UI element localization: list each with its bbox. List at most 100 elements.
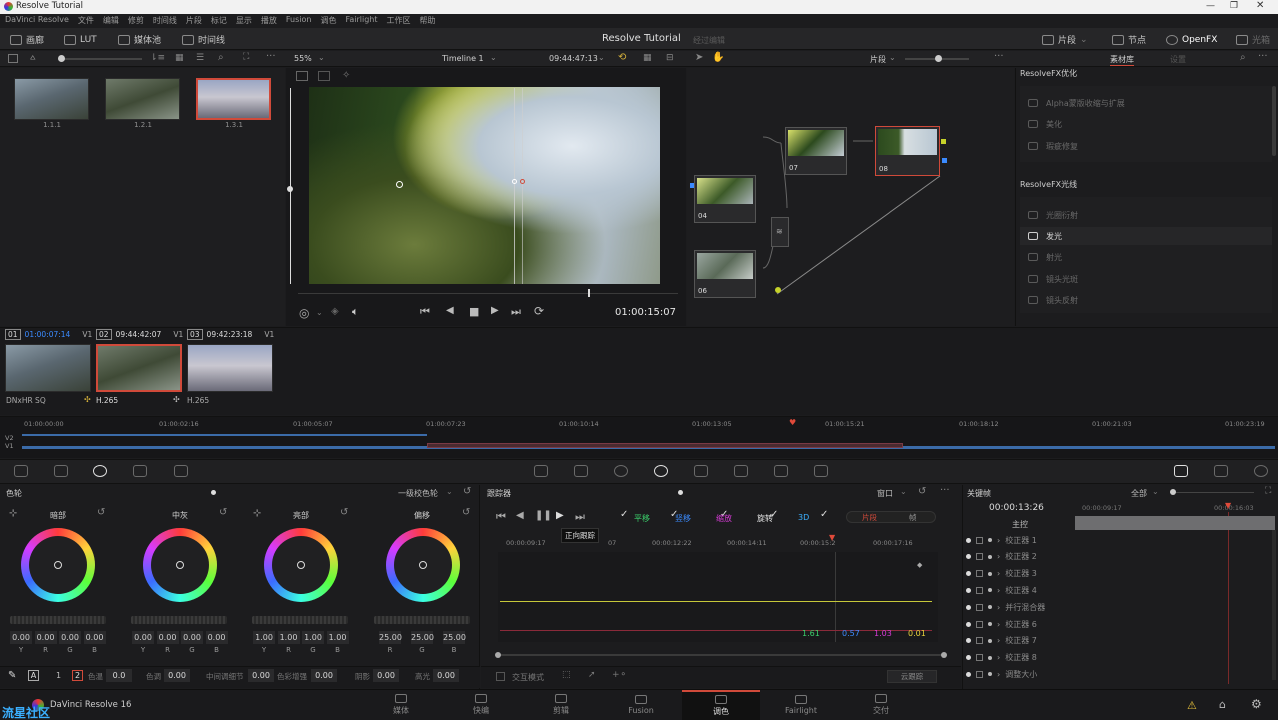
zoom-level[interactable]: 55% — [294, 54, 312, 63]
lut-button[interactable]: LUT — [64, 32, 97, 47]
pointer-icon[interactable]: ➤ — [695, 52, 703, 63]
keyframes-icon[interactable] — [1174, 465, 1188, 477]
track-forward-icon[interactable]: ▶ — [556, 510, 564, 521]
wheel-value-field[interactable]: 0.00 — [156, 631, 179, 644]
keyframe-row[interactable]: › 并行混合器 — [966, 599, 1045, 615]
page-2-button[interactable]: 2 — [72, 670, 84, 681]
keyframe-zoom-slider[interactable] — [1170, 489, 1254, 495]
page-tab-deliver[interactable]: 交付 — [842, 690, 920, 720]
tracker-icon[interactable] — [654, 465, 668, 477]
gallery-still[interactable] — [105, 78, 180, 120]
video-frame[interactable] — [309, 87, 660, 284]
adjust-value-field[interactable]: 0.00 — [433, 669, 459, 682]
gamma-master-slider[interactable] — [131, 616, 227, 624]
lock-icon[interactable] — [976, 553, 983, 561]
visibility-dot[interactable] — [966, 655, 971, 661]
chevron-right-icon[interactable]: › — [997, 603, 1000, 612]
wheel-value-field[interactable]: 1.00 — [326, 631, 349, 644]
settings-gear-icon[interactable]: ⚙ — [1251, 697, 1262, 711]
thumbnail-size-slider[interactable] — [58, 55, 142, 62]
timeline-button[interactable]: 时间线 — [182, 32, 225, 47]
wheel-center[interactable] — [297, 561, 305, 569]
chevron-down-icon[interactable]: ⌄ — [318, 53, 325, 62]
keyframe-dot[interactable] — [988, 638, 992, 643]
add-point-icon[interactable]: +⚬ — [612, 670, 627, 680]
lift-master-slider[interactable] — [10, 616, 106, 624]
checkbox-3D[interactable] — [820, 509, 829, 521]
chevron-down-icon[interactable]: ⌄ — [1152, 487, 1159, 496]
clip-header[interactable]: 01 01:00:07:14 V1 — [5, 329, 92, 340]
keyframe-scrollbar[interactable] — [1272, 530, 1276, 680]
window-control-point[interactable] — [512, 179, 517, 184]
keyframe-dot[interactable] — [988, 605, 992, 610]
reverse-play-icon[interactable]: ◀ — [446, 305, 454, 316]
wheel-value-field[interactable]: 0.00 — [181, 631, 203, 644]
go-to-end-icon[interactable]: ⏭ — [511, 305, 521, 319]
lock-icon[interactable] — [976, 637, 983, 645]
fx-item[interactable]: 镜头反射 — [1028, 291, 1078, 309]
chevron-down-icon[interactable]: ⌄ — [900, 487, 907, 496]
lock-icon[interactable] — [976, 603, 983, 611]
fx-item[interactable]: 镜头光斑 — [1028, 270, 1078, 288]
adjust-value-field[interactable]: 0.0 — [106, 669, 132, 682]
tracker-graph[interactable] — [498, 552, 938, 642]
lock-icon[interactable] — [976, 620, 983, 628]
timeline-clip-selected[interactable] — [427, 443, 903, 448]
timeline-name[interactable]: Timeline 1 — [442, 54, 484, 63]
grid-icon[interactable]: ▦ — [175, 53, 184, 63]
timeline-track-v2[interactable] — [22, 434, 427, 436]
visibility-dot[interactable] — [966, 604, 971, 610]
go-to-start-icon[interactable]: ⏮ — [420, 305, 430, 319]
color-wheels-icon[interactable] — [93, 465, 107, 477]
tracker-mode-button[interactable]: 云跟踪 — [887, 670, 937, 683]
node-06[interactable]: 06 — [694, 250, 756, 298]
info-icon[interactable] — [1254, 465, 1268, 477]
keyframe-row[interactable]: › 调整大小 — [966, 666, 1037, 682]
search-icon[interactable]: ⌕ — [1240, 52, 1246, 63]
wheel-center[interactable] — [54, 561, 62, 569]
visibility-dot[interactable] — [966, 571, 971, 577]
adjust-value-field[interactable]: 0.00 — [311, 669, 337, 682]
wheel-value-field[interactable]: 0.00 — [132, 631, 154, 644]
keyframe-row[interactable]: › 校正器 2 — [966, 549, 1037, 565]
clip-thumbnail[interactable] — [5, 344, 91, 392]
wheel-value-field[interactable]: 0.00 — [205, 631, 228, 644]
wheel-value-field[interactable]: 25.00 — [379, 631, 402, 644]
wheel-value-field[interactable]: 0.00 — [34, 631, 57, 644]
menu-item[interactable]: 片段 — [186, 15, 202, 27]
list-icon[interactable]: ⇂≡ — [150, 53, 165, 63]
menu-item[interactable]: 文件 — [78, 15, 94, 27]
wheel-value-field[interactable]: 0.00 — [83, 631, 106, 644]
media-pool-button[interactable]: 媒体池 — [118, 32, 161, 47]
menu-item[interactable]: 工作区 — [387, 15, 411, 27]
color-match-icon[interactable] — [54, 465, 68, 477]
page-1-button[interactable]: 1 — [56, 671, 61, 680]
timeline-playhead[interactable]: ♥ — [789, 418, 796, 427]
page-tab-fusion[interactable]: Fusion — [602, 690, 680, 720]
tracker-view-tabs[interactable] — [846, 511, 936, 523]
wheel-value-field[interactable]: 25.00 — [411, 631, 434, 644]
chevron-right-icon[interactable]: › — [997, 636, 1000, 645]
window-control-point[interactable] — [520, 179, 525, 184]
graph-keyframe[interactable]: ◆ — [917, 561, 922, 569]
lock-icon[interactable] — [976, 570, 983, 578]
more-icon[interactable]: ··· — [266, 51, 276, 62]
gain-wheel[interactable] — [264, 528, 338, 602]
wipe-icon[interactable]: ✧ — [342, 70, 350, 81]
sort-icon[interactable]: ⩟ — [30, 53, 35, 63]
curves-icon[interactable] — [534, 465, 548, 477]
reset-icon[interactable]: ↺ — [219, 507, 227, 518]
menu-item[interactable]: 编辑 — [103, 15, 119, 27]
search-icon[interactable]: ⌕ — [218, 52, 224, 63]
tracker-window-line[interactable] — [522, 88, 523, 284]
split-icon[interactable] — [318, 71, 330, 81]
home-icon[interactable]: ⌂ — [1219, 698, 1226, 711]
set-point-icon[interactable]: ➚ — [588, 670, 596, 680]
picker-icon[interactable]: ⊹ — [253, 508, 261, 519]
clips-button[interactable]: 片段 ⌄ — [1042, 32, 1088, 47]
parallel-mixer-node[interactable]: ≋ — [771, 217, 789, 247]
library-tab[interactable]: 设置 — [1170, 54, 1186, 65]
tracker-mode[interactable]: 窗口 — [877, 488, 893, 499]
menu-item[interactable]: 显示 — [236, 15, 252, 27]
lock-icon[interactable] — [976, 670, 983, 678]
